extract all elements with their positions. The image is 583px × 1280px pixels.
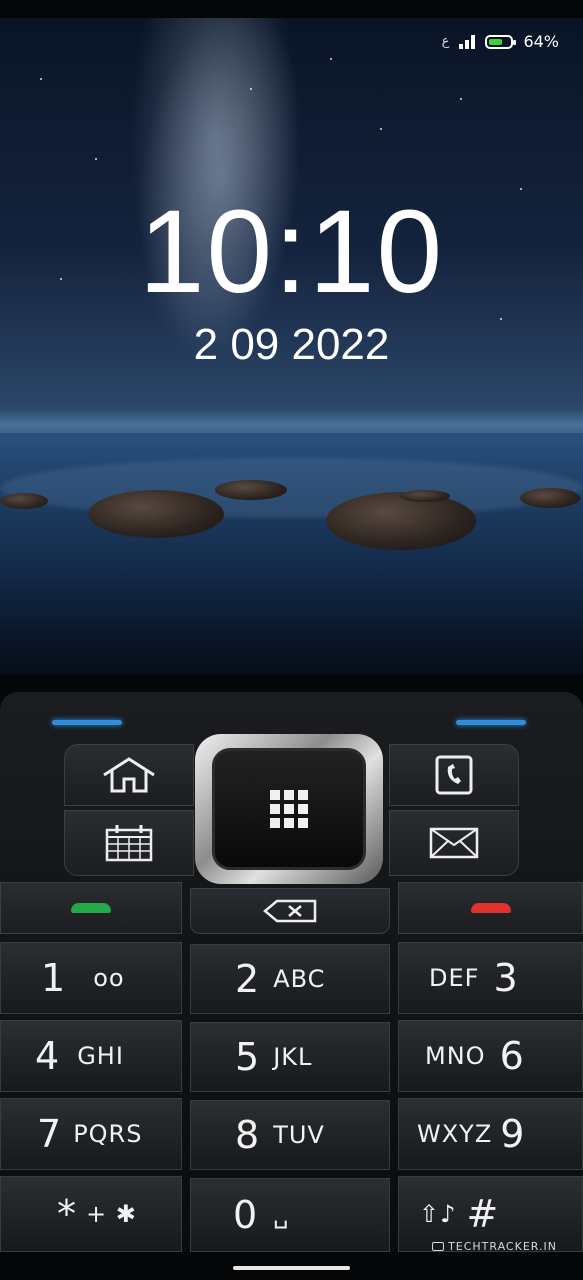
signal-icon	[459, 34, 476, 49]
home-key[interactable]	[64, 744, 194, 806]
key-6[interactable]: MNO 6	[398, 1020, 583, 1092]
rock	[326, 492, 476, 550]
key-number: 9	[500, 1112, 525, 1156]
contacts-icon	[435, 755, 473, 795]
messages-key[interactable]	[389, 810, 519, 876]
battery-icon	[485, 34, 517, 49]
battery-percent: 64%	[523, 32, 559, 51]
space-icon: ␣	[273, 1201, 290, 1229]
key-number: 5	[235, 1035, 260, 1079]
star	[330, 58, 332, 60]
key-number: *	[57, 1192, 76, 1236]
rock	[0, 493, 48, 509]
key-number: 1	[41, 956, 66, 1000]
key-letters: TUV	[273, 1121, 325, 1149]
calendar-key[interactable]	[64, 810, 194, 876]
star	[520, 188, 522, 190]
key-1[interactable]: 1 ᴏᴏ	[0, 942, 182, 1014]
end-call-icon	[470, 903, 511, 913]
home-icon	[103, 757, 155, 793]
lockscreen-clock: 10:10	[138, 186, 445, 318]
lockscreen-wallpaper: ع 64% 10:10 2 09 2022	[0, 18, 583, 675]
key-number: #	[466, 1192, 499, 1236]
keypad-wallpaper: 1 ᴏᴏ 2 ABC DEF 3 4 GHI 5 JKL MNO 6 7 PQR…	[0, 692, 583, 1252]
bluetooth-icon: + ✱	[86, 1200, 137, 1228]
key-4[interactable]: 4 GHI	[0, 1020, 182, 1092]
key-number: 7	[37, 1112, 62, 1156]
key-0[interactable]: 0 ␣	[190, 1178, 390, 1252]
call-key[interactable]	[0, 882, 182, 934]
call-icon	[71, 903, 111, 913]
star	[380, 128, 382, 130]
star	[95, 158, 97, 160]
star	[460, 98, 462, 100]
right-accent-light	[456, 720, 526, 725]
key-number: 2	[235, 957, 260, 1001]
rock	[215, 480, 287, 500]
home-indicator[interactable]	[233, 1266, 350, 1270]
key-letters: JKL	[273, 1043, 313, 1071]
watermark-text: TECHTRACKER.IN	[448, 1240, 557, 1253]
key-letters: WXYZ	[417, 1120, 493, 1148]
rock	[400, 490, 450, 502]
contacts-key[interactable]	[389, 744, 519, 806]
left-accent-light	[52, 720, 122, 725]
key-letters: PQRS	[73, 1120, 143, 1148]
key-5[interactable]: 5 JKL	[190, 1022, 390, 1092]
key-number: 4	[35, 1034, 60, 1078]
key-9[interactable]: WXYZ 9	[398, 1098, 583, 1170]
key-3[interactable]: DEF 3	[398, 942, 583, 1014]
sim-indicator: ع	[441, 34, 450, 49]
key-star[interactable]: * + ✱	[0, 1176, 182, 1252]
key-letters: GHI	[77, 1042, 124, 1070]
envelope-icon	[429, 827, 479, 859]
backspace-key[interactable]	[190, 888, 390, 934]
key-number: 3	[493, 956, 518, 1000]
key-number: 8	[235, 1113, 260, 1157]
backspace-icon	[263, 899, 317, 923]
key-letters: DEF	[429, 964, 480, 992]
rock	[520, 488, 580, 508]
key-letters: ABC	[273, 965, 326, 993]
rock	[88, 490, 224, 538]
lockscreen-date: 2 09 2022	[193, 320, 390, 369]
app-grid-icon	[270, 790, 308, 828]
status-bar: ع 64%	[442, 32, 559, 51]
shift-note-icon: ⇧♪	[419, 1200, 457, 1228]
star	[250, 88, 252, 90]
menu-key[interactable]	[195, 734, 383, 884]
star	[500, 318, 502, 320]
star	[40, 78, 42, 80]
key-number: 6	[499, 1034, 524, 1078]
watermark: TECHTRACKER.IN	[432, 1240, 557, 1253]
key-letters: MNO	[425, 1042, 486, 1070]
key-8[interactable]: 8 TUV	[190, 1100, 390, 1170]
watermark-icon	[432, 1242, 445, 1251]
end-call-key[interactable]	[398, 882, 583, 934]
voicemail-icon: ᴏᴏ	[93, 964, 125, 992]
key-7[interactable]: 7 PQRS	[0, 1098, 182, 1170]
calendar-icon	[105, 825, 153, 862]
sea-mist	[0, 458, 583, 518]
key-2[interactable]: 2 ABC	[190, 944, 390, 1014]
key-number: 0	[233, 1193, 258, 1237]
